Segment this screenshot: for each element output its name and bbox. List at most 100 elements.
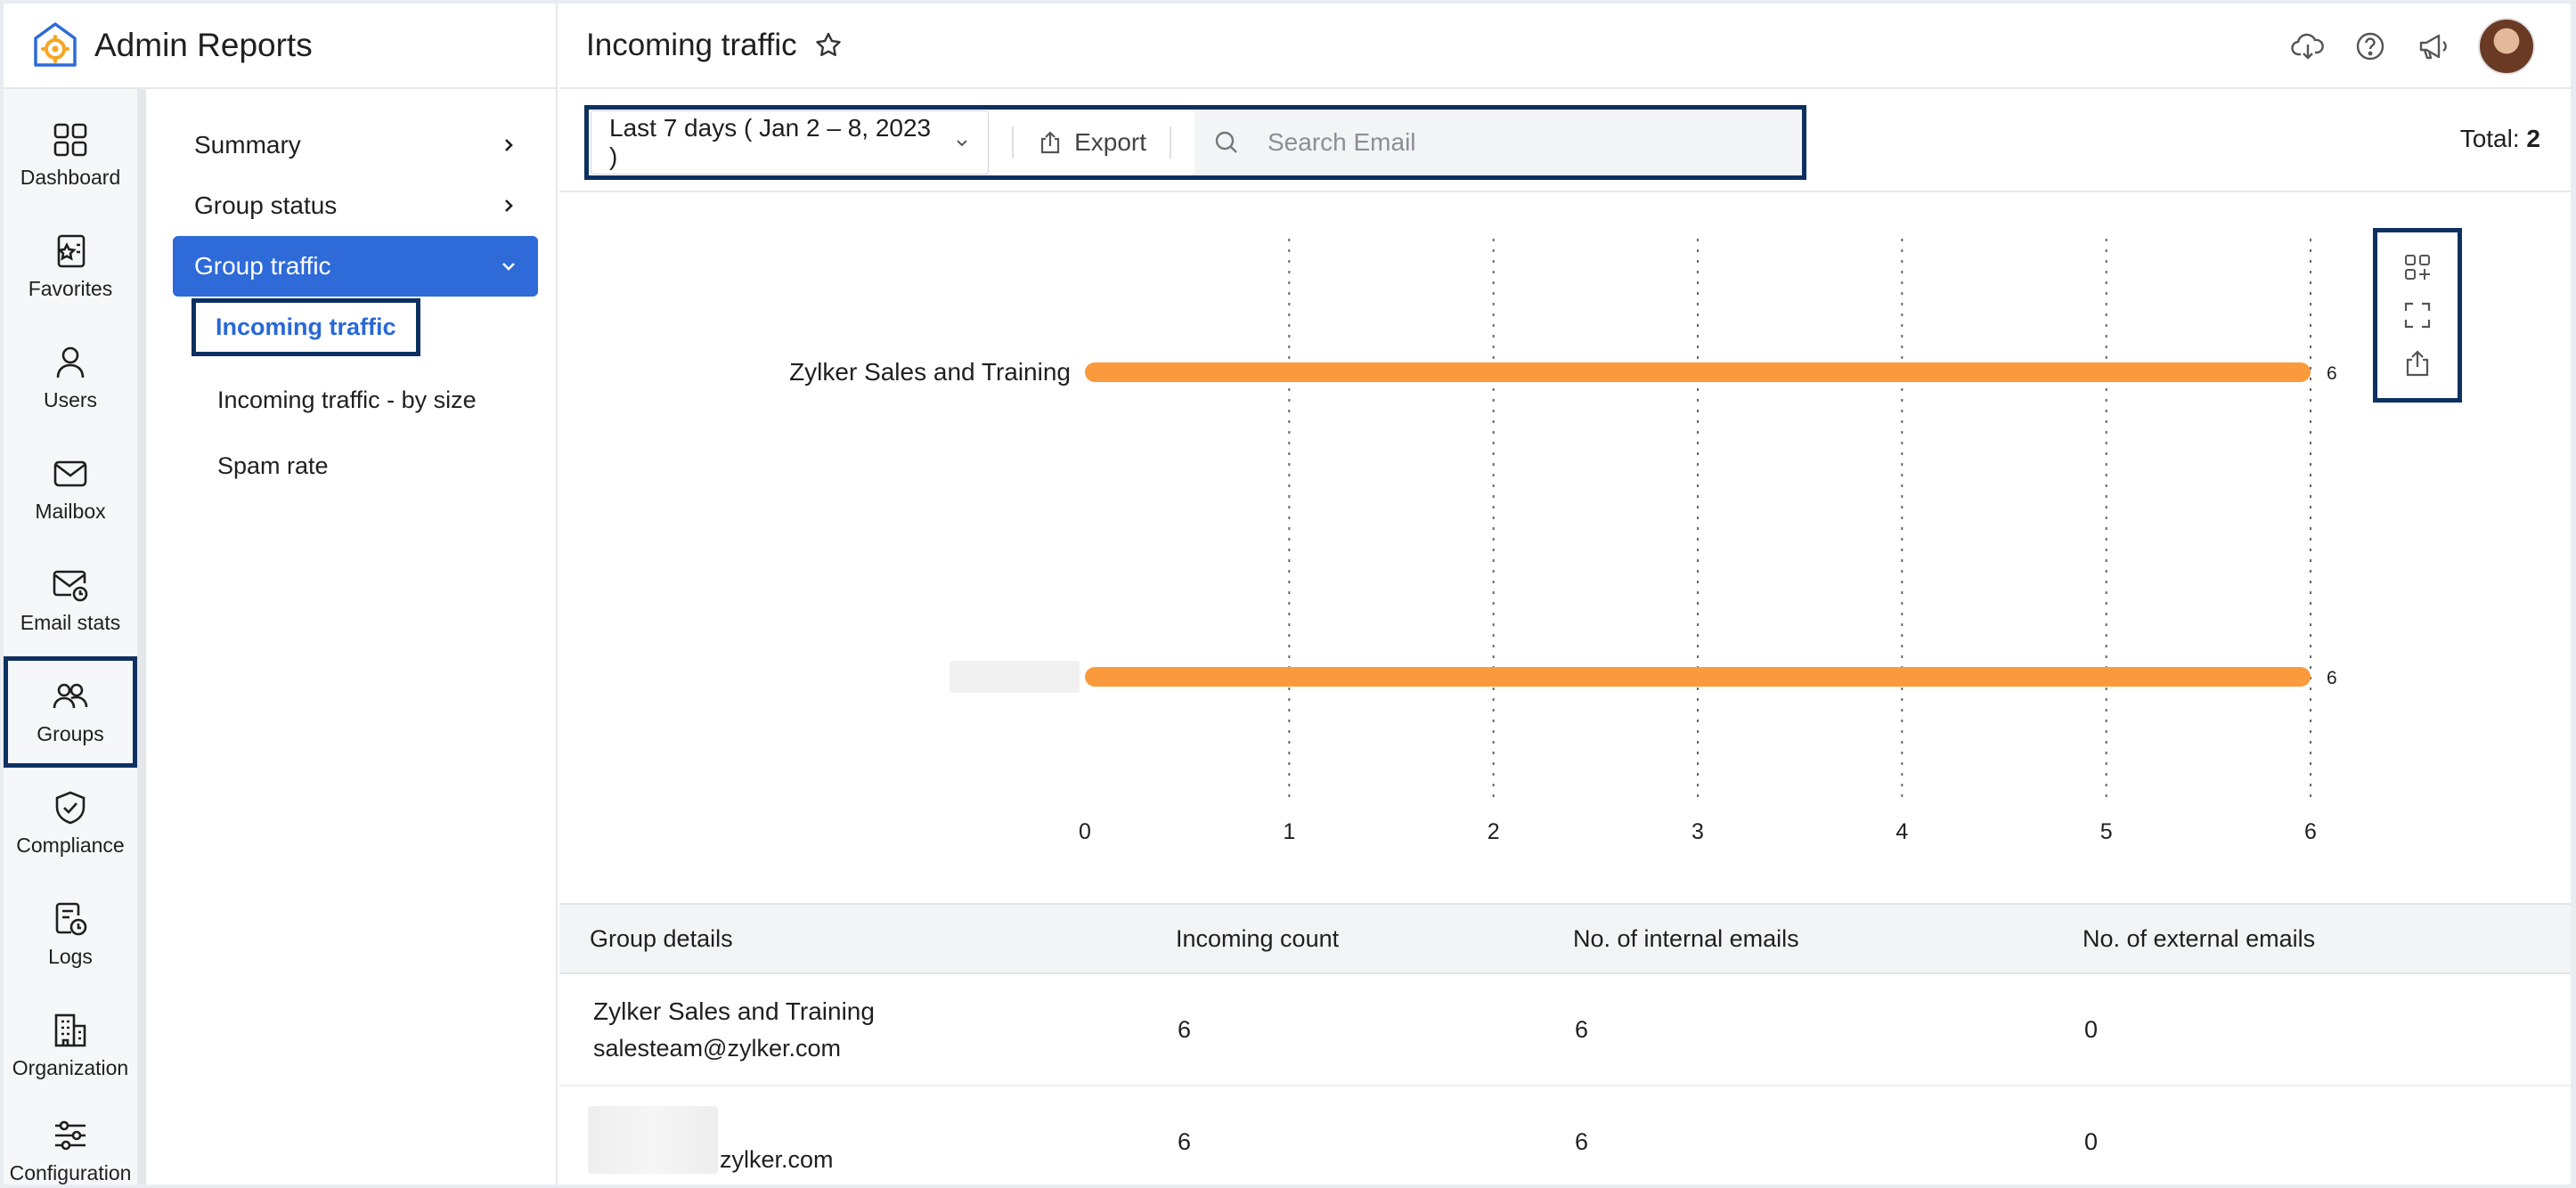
app-header: Admin Reports [4, 4, 558, 89]
table-header: Group details Incoming count No. of inte… [559, 905, 2571, 974]
page-header: Incoming traffic [559, 4, 2571, 89]
rail-label: Mailbox [35, 500, 106, 523]
group-email: salesteam@zylker.com [593, 1034, 841, 1062]
submenu-child-spam-rate[interactable]: Spam rate [217, 452, 329, 480]
rail-label: Configuration [9, 1161, 132, 1184]
app-window: Admin Reports Dashboard Favorites Users [4, 4, 2571, 1184]
total-count: Total: 2 [2460, 125, 2540, 153]
add-widget-icon[interactable] [2402, 252, 2433, 282]
x-tick-label: 0 [1079, 819, 1091, 844]
rail-item-mailbox[interactable]: Mailbox [4, 434, 137, 545]
logs-icon [55, 902, 87, 936]
email-stats-icon [53, 570, 88, 602]
rail-label: Email stats [20, 611, 121, 634]
report-submenu: Summary Group status Group traffic Incom… [146, 89, 558, 1184]
column-header-group-details[interactable]: Group details [590, 925, 733, 953]
rail-item-groups[interactable]: Groups [4, 656, 137, 768]
toolbar-divider [1012, 126, 1015, 159]
app-title: Admin Reports [94, 27, 313, 63]
rail-label: Compliance [16, 834, 125, 857]
groups-icon [53, 683, 88, 709]
page-title: Incoming traffic [586, 28, 797, 62]
group-details-cell: Zylker Sales and Training salesteam@zylk… [593, 997, 875, 1062]
bar[interactable] [1085, 362, 2311, 382]
redacted-group-name [588, 1106, 718, 1174]
mailbox-icon [53, 460, 87, 487]
redacted-category-label [950, 661, 1080, 693]
rail-item-configuration[interactable]: Configuration [4, 1095, 137, 1184]
user-avatar[interactable] [2478, 18, 2535, 75]
export-label: Export [1074, 128, 1147, 156]
group-details-cell: zylker.com [588, 1106, 834, 1174]
fullscreen-icon[interactable] [2402, 300, 2433, 330]
rail-item-logs[interactable]: Logs [4, 879, 137, 990]
column-header-external-emails[interactable]: No. of external emails [2083, 925, 2315, 953]
rail-item-dashboard[interactable]: Dashboard [4, 100, 137, 211]
submenu-label: Group traffic [194, 252, 331, 280]
data-label: 6 [2327, 363, 2337, 384]
submenu-child-incoming-traffic-by-size[interactable]: Incoming traffic - by size [217, 387, 477, 414]
chart-tools-panel [2373, 228, 2462, 403]
column-header-internal-emails[interactable]: No. of internal emails [1573, 925, 1799, 953]
chevron-right-icon [505, 199, 513, 212]
chevron-down-icon [957, 140, 967, 147]
search-box[interactable] [1194, 110, 1802, 175]
x-tick-label: 1 [1283, 819, 1295, 844]
rail-label: Logs [48, 945, 93, 968]
favorites-icon [57, 234, 86, 268]
external-emails-cell: 0 [2084, 1015, 2099, 1043]
rail-item-email-stats[interactable]: Email stats [4, 545, 137, 656]
table-row[interactable]: Zylker Sales and Training salesteam@zylk… [559, 974, 2571, 1086]
date-range-select[interactable]: Last 7 days ( Jan 2 – 8, 2023 ) [591, 110, 990, 175]
submenu-item-group-traffic[interactable]: Group traffic [173, 236, 538, 297]
report-toolbar: Last 7 days ( Jan 2 – 8, 2023 ) Export T… [559, 91, 2571, 192]
group-details-table: Group details Incoming count No. of inte… [559, 903, 2571, 1184]
favorite-star-icon[interactable] [813, 30, 844, 61]
group-email: zylker.com [720, 1146, 834, 1173]
help-icon[interactable] [2353, 29, 2387, 63]
configuration-icon [55, 1120, 86, 1151]
search-icon [1215, 131, 1237, 153]
submenu-item-summary[interactable]: Summary [173, 115, 538, 175]
announcement-icon[interactable] [2416, 29, 2450, 63]
total-value: 2 [2526, 125, 2540, 152]
rail-item-organization[interactable]: Organization [4, 990, 137, 1102]
x-tick-label: 6 [2304, 819, 2317, 844]
external-emails-cell: 0 [2084, 1127, 2099, 1155]
x-tick-label: 5 [2100, 819, 2113, 844]
rail-item-users[interactable]: Users [4, 322, 137, 434]
search-email-input[interactable] [1268, 128, 1802, 157]
bar[interactable] [1085, 667, 2311, 687]
chevron-down-icon [502, 263, 515, 271]
rail-label: Dashboard [20, 166, 121, 189]
rail-item-compliance[interactable]: Compliance [4, 768, 137, 879]
header-actions [2291, 18, 2535, 75]
incoming-count-cell: 6 [1178, 1127, 1192, 1155]
submenu-label: Summary [194, 131, 301, 159]
category-label: Zylker Sales and Training [789, 358, 1071, 386]
nav-rail: Dashboard Favorites Users Mailbox Email … [4, 89, 146, 1184]
export-button[interactable]: Export [1037, 128, 1146, 157]
submenu-child-incoming-traffic[interactable]: Incoming traffic [192, 298, 420, 356]
x-tick-label: 3 [1692, 819, 1704, 844]
rail-label: Users [43, 388, 98, 411]
column-header-incoming-count[interactable]: Incoming count [1176, 925, 1339, 953]
cloud-download-icon[interactable] [2291, 29, 2325, 63]
data-label: 6 [2327, 668, 2337, 688]
admin-reports-logo-icon [34, 22, 77, 67]
rail-label: Organization [12, 1056, 129, 1079]
export-icon [1040, 131, 1060, 154]
table-row[interactable]: zylker.com 6 6 0 [559, 1086, 2571, 1184]
rail-item-favorites[interactable]: Favorites [4, 211, 137, 322]
internal-emails-cell: 6 [1575, 1127, 1589, 1155]
traffic-chart: 0 1 2 3 4 5 6 Zylker Sales and Training 6 6 [559, 194, 2571, 903]
submenu-item-group-status[interactable]: Group status [173, 175, 538, 236]
group-name: Zylker Sales and Training [593, 997, 875, 1025]
x-tick-label: 4 [1895, 819, 1908, 844]
total-label: Total: [2459, 125, 2520, 152]
share-icon[interactable] [2402, 348, 2433, 378]
date-range-value: Last 7 days ( Jan 2 – 8, 2023 ) [609, 114, 932, 170]
incoming-count-cell: 6 [1178, 1015, 1192, 1043]
internal-emails-cell: 6 [1575, 1015, 1589, 1043]
submenu-label: Group status [194, 191, 338, 219]
